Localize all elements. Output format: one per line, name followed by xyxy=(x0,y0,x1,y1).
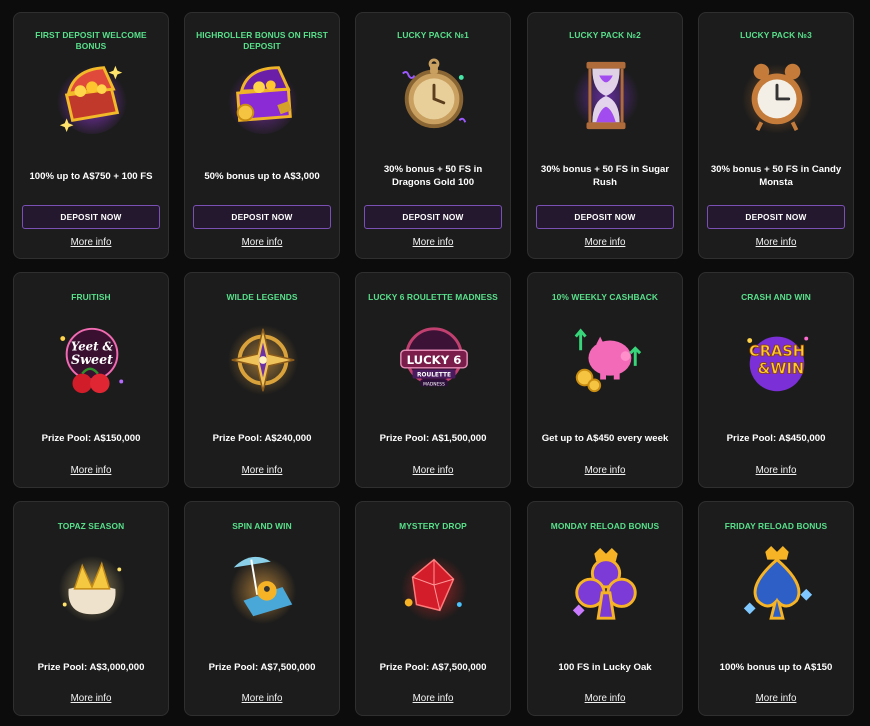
logo-word-1: LUCKY 6 xyxy=(407,353,462,367)
card-title: FIRST DEPOSIT WELCOME BONUS xyxy=(35,30,147,51)
piggy-bank-icon xyxy=(567,321,645,399)
logo-word-3: MADNESS xyxy=(423,381,445,387)
card-title: 10% WEEKLY CASHBACK xyxy=(551,292,659,302)
prize-pool-text: Prize Pool: A$3,000,000 xyxy=(37,661,145,673)
card-title: HIGHROLLER BONUS ON FIRST DEPOSIT xyxy=(196,30,328,51)
pocket-watch-icon xyxy=(395,56,473,134)
more-info-link[interactable]: More info xyxy=(14,465,168,476)
prize-pool-text: Prize Pool: A$7,500,000 xyxy=(208,661,316,673)
logo-word-2: ROULETTE xyxy=(417,373,451,379)
spade-crown-icon xyxy=(738,546,816,624)
deposit-now-button[interactable]: DEPOSIT NOW xyxy=(22,205,160,229)
card-title: WILDE LEGENDS xyxy=(226,292,298,302)
offer-text: 100% up to A$750 + 100 FS xyxy=(29,170,153,182)
card-title: MONDAY RELOAD BONUS xyxy=(550,521,660,531)
more-info-link[interactable]: More info xyxy=(699,465,853,476)
more-info-link[interactable]: More info xyxy=(185,465,339,476)
bonus-card: FIRST DEPOSIT WELCOME BONUS 100% up to A… xyxy=(13,12,169,259)
more-info-link[interactable]: More info xyxy=(356,465,510,476)
more-info-link[interactable]: More info xyxy=(528,693,682,704)
reload-bonus-card: FRIDAY RELOAD BONUS 100% bonus up to A$1… xyxy=(698,501,854,716)
more-info-link[interactable]: More info xyxy=(185,693,339,704)
more-info-link[interactable]: More info xyxy=(356,693,510,704)
card-title: LUCKY PACK №3 xyxy=(740,30,812,40)
tournament-card: TOPAZ SEASON Prize Pool: A$3,000,000 Mor… xyxy=(13,501,169,716)
red-gem-icon xyxy=(395,546,473,624)
logo-word-2: Sweet xyxy=(71,352,113,367)
gem-sack-icon xyxy=(53,546,131,624)
reload-offer-text: 100% bonus up to A$150 xyxy=(719,661,833,673)
logo-word-1: CRASH xyxy=(749,343,805,360)
club-crown-icon xyxy=(567,546,645,624)
more-info-link[interactable]: More info xyxy=(14,237,168,248)
card-title: MYSTERY DROP xyxy=(399,521,467,531)
card-title: LUCKY 6 ROULETTE MADNESS xyxy=(368,292,498,302)
more-info-link[interactable]: More info xyxy=(699,693,853,704)
more-info-link[interactable]: More info xyxy=(185,237,339,248)
prize-pool-text: Prize Pool: A$7,500,000 xyxy=(379,661,487,673)
compass-star-icon xyxy=(224,321,302,399)
prize-pool-text: Prize Pool: A$150,000 xyxy=(41,432,141,444)
treasure-chest-coins-icon xyxy=(224,56,302,134)
more-info-link[interactable]: More info xyxy=(356,237,510,248)
sweet-cherries-icon: Yeet & Sweet xyxy=(53,321,131,399)
card-title: SPIN AND WIN xyxy=(232,521,292,531)
reload-bonus-card: MONDAY RELOAD BONUS 100 FS in Lucky Oak … xyxy=(527,501,683,716)
prize-pool-text: Prize Pool: A$450,000 xyxy=(726,432,826,444)
cashback-text: Get up to A$450 every week xyxy=(541,432,669,444)
treasure-chest-icon xyxy=(53,56,131,134)
card-title: LUCKY PACK №1 xyxy=(397,30,469,40)
more-info-link[interactable]: More info xyxy=(528,237,682,248)
offer-text: 30% bonus + 50 FS in Dragons Gold 100 xyxy=(383,164,483,188)
card-title: FRIDAY RELOAD BONUS xyxy=(724,521,828,531)
more-info-link[interactable]: More info xyxy=(528,465,682,476)
deposit-now-button[interactable]: DEPOSIT NOW xyxy=(193,205,331,229)
card-title: CRASH AND WIN xyxy=(741,292,811,302)
prize-pool-text: Prize Pool: A$1,500,000 xyxy=(379,432,487,444)
bonus-card: LUCKY PACK №3 30% bonus + 50 FS in Candy… xyxy=(698,12,854,259)
card-title: LUCKY PACK №2 xyxy=(569,30,641,40)
offer-text: 50% bonus up to A$3,000 xyxy=(204,170,320,182)
deposit-now-button[interactable]: DEPOSIT NOW xyxy=(707,205,845,229)
tournament-card: SPIN AND WIN Prize Pool: A$7,500,000 Mor… xyxy=(184,501,340,716)
alarm-clock-icon xyxy=(738,56,816,134)
offer-text: 30% bonus + 50 FS in Sugar Rush xyxy=(540,164,670,188)
hourglass-icon xyxy=(567,56,645,134)
crash-win-logo-icon: CRASH &WIN xyxy=(738,321,816,399)
tournament-card: CRASH AND WIN CRASH &WIN Prize Pool: A$4… xyxy=(698,272,854,488)
tournament-card: MYSTERY DROP Prize Pool: A$7,500,000 Mor… xyxy=(355,501,511,716)
more-info-link[interactable]: More info xyxy=(699,237,853,248)
tournament-card: LUCKY 6 ROULETTE MADNESS LUCKY 6 ROULETT… xyxy=(355,272,511,488)
card-title: FRUITISH xyxy=(71,292,111,302)
roulette-badge-icon: LUCKY 6 ROULETTE MADNESS xyxy=(395,321,473,399)
more-info-link[interactable]: More info xyxy=(14,693,168,704)
cashback-card: 10% WEEKLY CASHBACK Get up to A$450 ever… xyxy=(527,272,683,488)
prize-pool-text: Prize Pool: A$240,000 xyxy=(212,432,312,444)
tournament-card: FRUITISH Yeet & Sweet Prize Pool: A$150,… xyxy=(13,272,169,488)
tournament-card: WILDE LEGENDS Prize Pool: A$240,000 More… xyxy=(184,272,340,488)
deposit-now-button[interactable]: DEPOSIT NOW xyxy=(364,205,502,229)
bonus-card: LUCKY PACK №1 30% bonus + 50 FS in Drago… xyxy=(355,12,511,259)
logo-word-2: &WIN xyxy=(758,361,805,378)
offer-text: 30% bonus + 50 FS in Candy Monsta xyxy=(710,164,842,188)
card-title: TOPAZ SEASON xyxy=(57,521,125,531)
beach-chair-icon xyxy=(224,546,302,624)
reload-offer-text: 100 FS in Lucky Oak xyxy=(558,661,652,673)
bonus-card: HIGHROLLER BONUS ON FIRST DEPOSIT 50% bo… xyxy=(184,12,340,259)
bonus-card: LUCKY PACK №2 30% bonus + 50 FS in Sugar… xyxy=(527,12,683,259)
deposit-now-button[interactable]: DEPOSIT NOW xyxy=(536,205,674,229)
